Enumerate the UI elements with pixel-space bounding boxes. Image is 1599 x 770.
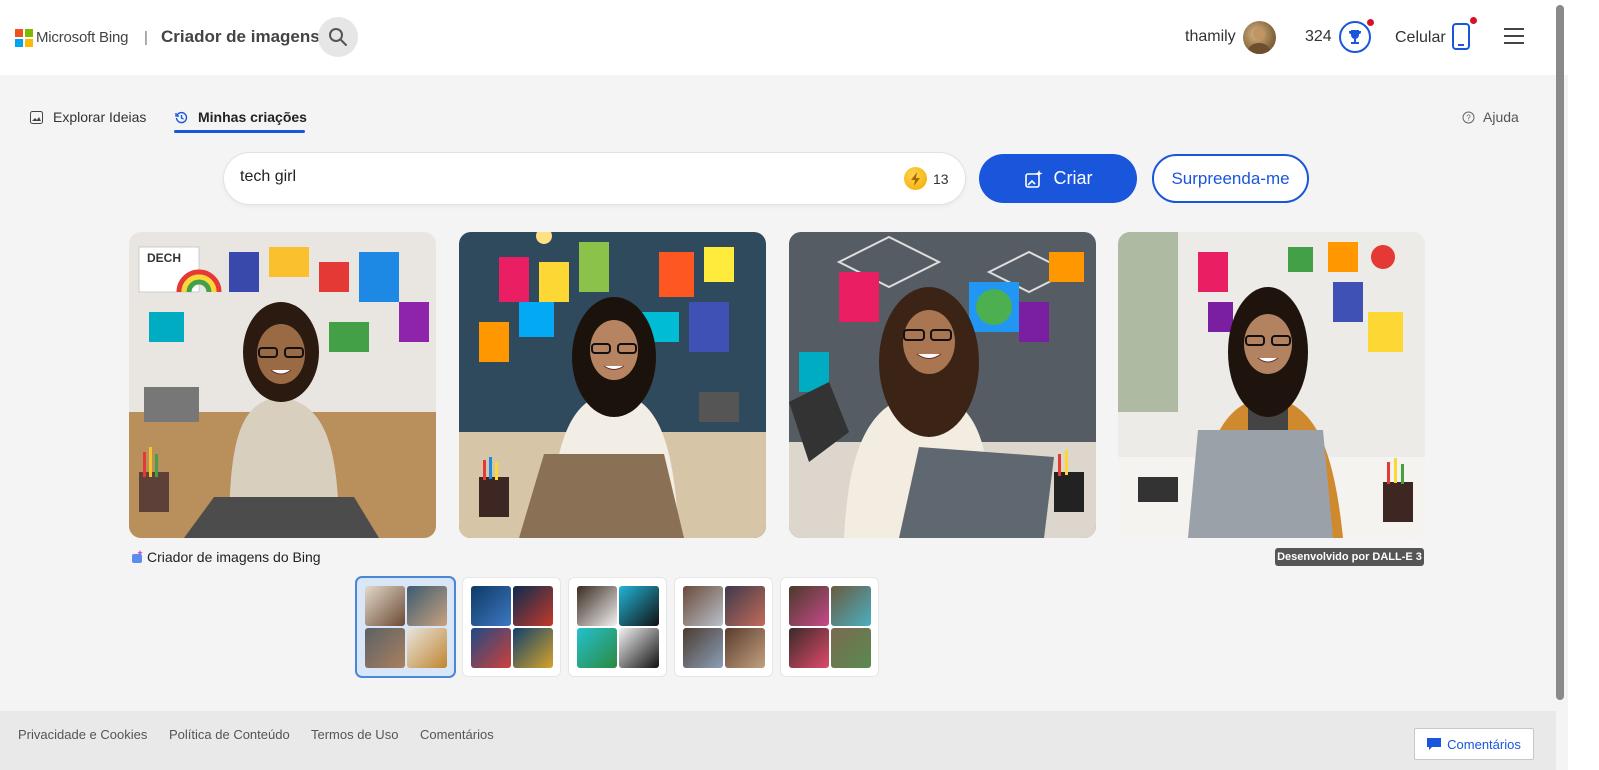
prompt-input[interactable] xyxy=(240,168,880,186)
generated-image-1[interactable]: DECH xyxy=(129,232,436,538)
generated-image-3[interactable] xyxy=(789,232,1096,538)
feedback-button[interactable]: Comentários xyxy=(1414,728,1534,760)
history-thumbnail-5[interactable] xyxy=(781,578,878,676)
tab-my-creations-label: Minhas criações xyxy=(198,109,307,125)
help-link[interactable]: ? Ajuda xyxy=(1462,109,1519,125)
scrollbar-track[interactable] xyxy=(1568,0,1599,770)
hamburger-icon[interactable] xyxy=(1504,28,1524,44)
search-button[interactable] xyxy=(318,17,358,57)
terms-link[interactable]: Termos de Uso xyxy=(311,727,398,742)
comments-link[interactable]: Comentários xyxy=(420,727,494,742)
rewards-button[interactable] xyxy=(1339,21,1371,53)
mobile-notification-dot xyxy=(1470,17,1477,24)
tab-explore-label: Explorar Ideias xyxy=(53,109,147,125)
generated-image-2[interactable] xyxy=(459,232,766,538)
image-sparkle-icon xyxy=(1024,169,1042,188)
mobile-label[interactable]: Celular xyxy=(1395,29,1446,47)
boost-count: 13 xyxy=(933,171,949,187)
chat-icon xyxy=(1427,737,1442,750)
microsoft-logo-icon[interactable] xyxy=(15,29,33,47)
tab-my-creations[interactable]: Minhas criações xyxy=(175,109,307,125)
phone-icon[interactable] xyxy=(1452,23,1470,50)
create-button[interactable]: Criar xyxy=(979,154,1137,203)
history-thumbnail-2[interactable] xyxy=(463,578,560,676)
history-thumbnail-1[interactable] xyxy=(357,578,454,676)
surprise-me-button[interactable]: Surpreenda-me xyxy=(1152,154,1309,203)
dalle-badge: Desenvolvido por DALL-E 3 xyxy=(1275,548,1424,566)
user-name[interactable]: thamily xyxy=(1185,28,1236,46)
boost-icon[interactable] xyxy=(904,167,927,190)
help-label: Ajuda xyxy=(1483,109,1519,125)
history-thumbnail-3[interactable] xyxy=(569,578,666,676)
image-caption: Criador de imagens do Bing xyxy=(130,549,321,565)
search-icon xyxy=(329,28,347,46)
header-separator: | xyxy=(144,29,148,46)
image-icon xyxy=(30,110,43,124)
tab-explore-ideas[interactable]: Explorar Ideias xyxy=(30,109,146,125)
feedback-button-label: Comentários xyxy=(1447,736,1521,752)
generated-image-4[interactable] xyxy=(1118,232,1425,538)
content-policy-link[interactable]: Política de Conteúdo xyxy=(169,727,290,742)
rewards-notification-dot xyxy=(1367,19,1374,26)
rewards-points[interactable]: 324 xyxy=(1305,28,1332,46)
create-button-label: Criar xyxy=(1053,168,1093,188)
image-caption-text: Criador de imagens do Bing xyxy=(147,549,321,565)
trophy-icon xyxy=(1349,30,1361,44)
help-icon: ? xyxy=(1462,111,1475,123)
app-title[interactable]: Criador de imagens xyxy=(161,27,320,47)
svg-text:DECH: DECH xyxy=(147,251,181,265)
history-thumbnail-4[interactable] xyxy=(675,578,772,676)
svg-text:?: ? xyxy=(1466,113,1471,122)
top-bar: Microsoft Bing | Criador de imagens tham… xyxy=(0,0,1568,75)
active-tab-indicator xyxy=(174,130,305,133)
history-icon xyxy=(175,111,188,123)
prompt-bar[interactable]: 13 xyxy=(224,153,965,204)
avatar[interactable] xyxy=(1243,21,1276,54)
scrollbar-thumb[interactable] xyxy=(1556,5,1564,700)
brand-name[interactable]: Microsoft Bing xyxy=(36,29,128,46)
bing-image-creator-icon xyxy=(132,550,143,563)
privacy-link[interactable]: Privacidade e Cookies xyxy=(18,727,147,742)
